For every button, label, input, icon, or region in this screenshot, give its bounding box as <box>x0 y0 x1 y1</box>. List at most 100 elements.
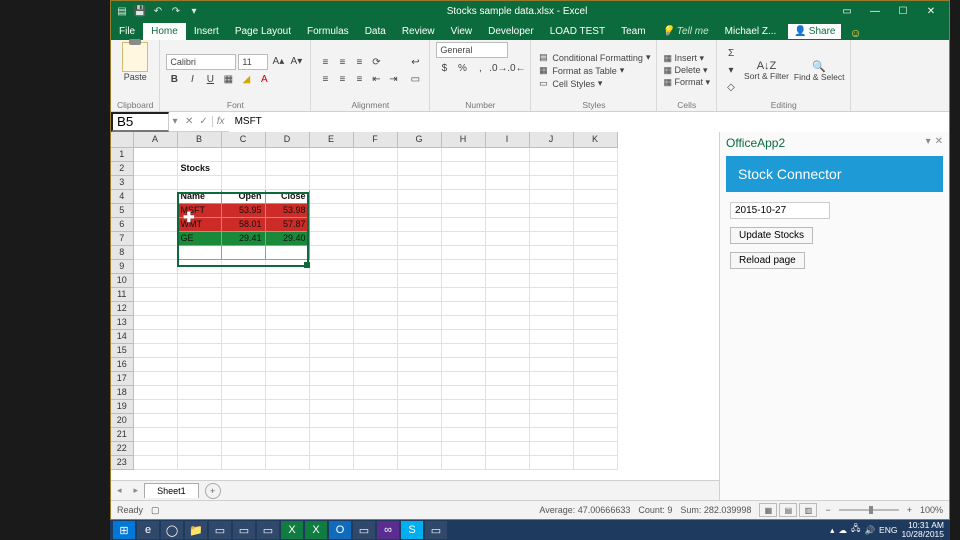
app-icon-3[interactable]: ▭ <box>353 521 375 539</box>
view-normal-icon[interactable]: ▦ <box>759 503 777 517</box>
start-button[interactable]: ⊞ <box>113 521 135 539</box>
cancel-formula-icon[interactable]: ✕ <box>185 116 193 127</box>
accounting-format-icon[interactable]: $ <box>436 60 452 76</box>
taskpane-menu-icon[interactable]: ▾ <box>926 136 931 150</box>
bold-button[interactable]: B <box>166 72 182 88</box>
sheet-nav-prev-icon[interactable]: ◂ <box>111 485 128 496</box>
zoom-slider[interactable] <box>839 509 899 511</box>
qat-dropdown-icon[interactable]: ▾ <box>187 4 201 18</box>
align-right-icon[interactable]: ≡ <box>351 71 367 87</box>
increase-decimal-icon[interactable]: .0→ <box>490 60 506 76</box>
excel-icon-2[interactable]: X <box>305 521 327 539</box>
undo-icon[interactable]: ↶ <box>151 4 165 18</box>
tray-volume-icon[interactable]: 🔊 <box>864 525 875 536</box>
comma-format-icon[interactable]: , <box>472 60 488 76</box>
update-stocks-button[interactable]: Update Stocks <box>730 227 813 244</box>
visual-studio-icon[interactable]: ∞ <box>377 521 399 539</box>
excel-icon-1[interactable]: X <box>281 521 303 539</box>
date-input[interactable] <box>730 202 830 219</box>
ribbon-display-icon[interactable]: ▭ <box>833 1 861 21</box>
sheet-nav-next-icon[interactable]: ▸ <box>128 485 145 496</box>
edge-icon[interactable]: e <box>137 521 159 539</box>
app-icon-4[interactable]: ▭ <box>425 521 447 539</box>
save-icon[interactable]: 💾 <box>133 4 147 18</box>
align-left-icon[interactable]: ≡ <box>317 71 333 87</box>
paste-icon[interactable] <box>122 42 148 72</box>
tab-developer[interactable]: Developer <box>480 23 542 40</box>
redo-icon[interactable]: ↷ <box>169 4 183 18</box>
tab-review[interactable]: Review <box>394 23 443 40</box>
maximize-button[interactable]: ☐ <box>889 1 917 21</box>
font-color-icon[interactable]: A <box>256 72 272 88</box>
tray-network-icon[interactable]: 🖧 <box>851 523 860 537</box>
percent-format-icon[interactable]: % <box>454 60 470 76</box>
tray-lang[interactable]: ENG <box>879 525 897 535</box>
view-page-layout-icon[interactable]: ▤ <box>779 503 797 517</box>
outlook-icon[interactable]: O <box>329 521 351 539</box>
fx-icon[interactable]: fx <box>213 116 229 127</box>
underline-button[interactable]: U <box>202 72 218 88</box>
enter-formula-icon[interactable]: ✓ <box>199 116 207 127</box>
notepad-icon[interactable]: ▭ <box>257 521 279 539</box>
font-size-select[interactable]: 11 <box>238 54 268 70</box>
minimize-button[interactable]: — <box>861 1 889 21</box>
wrap-text-icon[interactable]: ↩ <box>407 54 423 70</box>
view-page-break-icon[interactable]: ▥ <box>799 503 817 517</box>
explorer-icon[interactable]: 📁 <box>185 521 207 539</box>
format-cells-button[interactable]: ▦ Format ▾ <box>663 77 710 88</box>
clear-icon[interactable]: ◇ <box>723 80 739 96</box>
macro-record-icon[interactable]: ▢ <box>151 505 160 516</box>
indent-decrease-icon[interactable]: ⇤ <box>368 71 384 87</box>
align-middle-icon[interactable]: ≡ <box>334 54 350 70</box>
cell-styles-button[interactable]: ▭Cell Styles ▾ <box>537 78 650 90</box>
taskbar-clock[interactable]: 10:31 AM 10/28/2015 <box>901 521 944 539</box>
account-name[interactable]: Michael Z... <box>717 23 785 40</box>
formula-bar-input[interactable] <box>229 112 949 132</box>
zoom-in-icon[interactable]: + <box>907 505 912 515</box>
tab-page-layout[interactable]: Page Layout <box>227 23 299 40</box>
tray-up-icon[interactable]: ▴ <box>830 525 834 536</box>
share-button[interactable]: 👤Share <box>788 24 841 39</box>
font-name-select[interactable]: Calibri <box>166 54 236 70</box>
tab-team[interactable]: Team <box>613 23 653 40</box>
decrease-font-icon[interactable]: A▾ <box>288 54 304 70</box>
new-sheet-button[interactable]: + <box>205 483 221 499</box>
border-icon[interactable]: ▦ <box>220 72 236 88</box>
orientation-icon[interactable]: ⟳ <box>368 54 384 70</box>
indent-increase-icon[interactable]: ⇥ <box>385 71 401 87</box>
fill-icon[interactable]: ▾ <box>723 63 739 79</box>
decrease-decimal-icon[interactable]: .0← <box>508 60 524 76</box>
autosum-icon[interactable]: Σ <box>723 46 739 62</box>
zoom-out-icon[interactable]: − <box>825 505 830 515</box>
zoom-level[interactable]: 100% <box>920 505 943 515</box>
namebox-dropdown-icon[interactable]: ▾ <box>169 116 181 127</box>
merge-center-icon[interactable]: ▭ <box>407 71 423 87</box>
tell-me[interactable]: 💡 Tell me <box>654 23 717 40</box>
find-select-button[interactable]: 🔍 Find & Select <box>794 60 845 82</box>
align-center-icon[interactable]: ≡ <box>334 71 350 87</box>
tab-view[interactable]: View <box>443 23 481 40</box>
increase-font-icon[interactable]: A▴ <box>270 54 286 70</box>
name-box[interactable] <box>111 112 169 132</box>
tray-cloud-icon[interactable]: ☁ <box>838 525 847 536</box>
worksheet-grid[interactable]: ABCDEFGHIJK12Stocks34NameOpenClose5MSFT5… <box>111 132 719 480</box>
reload-page-button[interactable]: Reload page <box>730 252 805 269</box>
sheet-tab[interactable]: Sheet1 <box>144 483 199 498</box>
skype-icon[interactable]: S <box>401 521 423 539</box>
tab-data[interactable]: Data <box>357 23 394 40</box>
format-as-table-button[interactable]: ▦Format as Table ▾ <box>537 65 650 77</box>
paste-label[interactable]: Paste <box>124 72 147 82</box>
app-icon-1[interactable]: ▭ <box>209 521 231 539</box>
tab-insert[interactable]: Insert <box>186 23 227 40</box>
align-top-icon[interactable]: ≡ <box>317 54 333 70</box>
tab-formulas[interactable]: Formulas <box>299 23 357 40</box>
italic-button[interactable]: I <box>184 72 200 88</box>
align-bottom-icon[interactable]: ≡ <box>351 54 367 70</box>
taskpane-close-icon[interactable]: ✕ <box>935 136 943 150</box>
tab-home[interactable]: Home <box>143 23 186 40</box>
conditional-formatting-button[interactable]: ▤Conditional Formatting ▾ <box>537 52 650 64</box>
tab-load-test[interactable]: LOAD TEST <box>542 23 613 40</box>
tab-file[interactable]: File <box>111 23 143 40</box>
app-icon-2[interactable]: ▭ <box>233 521 255 539</box>
sort-filter-button[interactable]: A↓Z Sort & Filter <box>744 60 789 81</box>
